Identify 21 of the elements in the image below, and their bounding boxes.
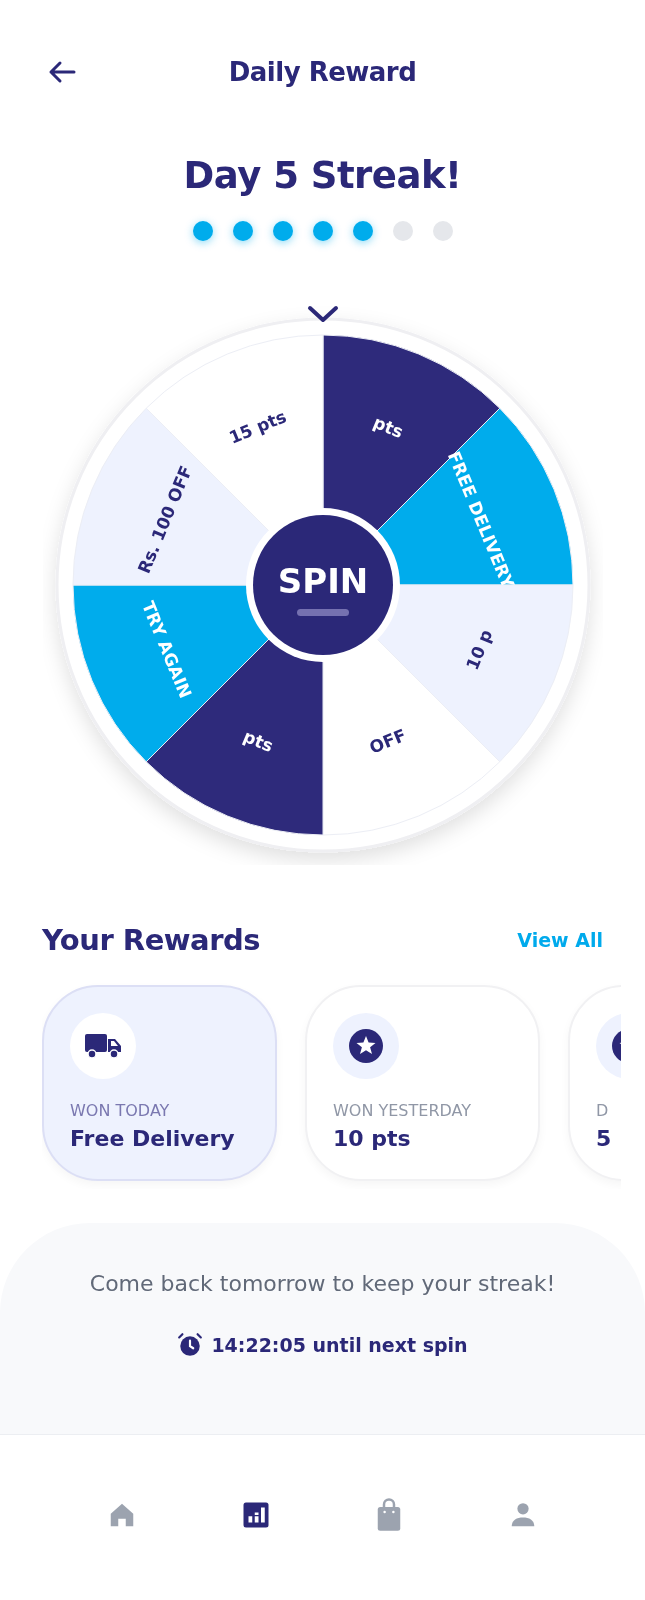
- segment-label: pts: [239, 726, 276, 757]
- streak-title: Day 5 Streak!: [182, 154, 463, 197]
- page-title: Daily Reward: [228, 57, 417, 87]
- footer-message: Come back tomorrow to keep your streak!: [89, 1271, 556, 1296]
- reward-card[interactable]: D 5: [568, 985, 621, 1181]
- reward-card[interactable]: WON TODAY Free Delivery: [42, 985, 277, 1181]
- segment-label: Rs. 100 OFF: [133, 462, 196, 577]
- reward-label: WON YESTERDAY: [333, 1101, 473, 1120]
- reward-label: WON TODAY: [70, 1101, 171, 1120]
- spin-button[interactable]: SPIN: [245, 508, 400, 662]
- section-title: Your Rewards: [42, 923, 260, 957]
- reward-label: D: [596, 1101, 610, 1120]
- segment-label: OFF: [365, 724, 409, 758]
- reward-value: 10 pts: [333, 1126, 412, 1151]
- segment-label: pts: [370, 411, 406, 443]
- segment-label: 15 pts: [225, 406, 289, 448]
- reward-card[interactable]: WON YESTERDAY 10 pts: [305, 985, 540, 1181]
- reward-value: Free Delivery: [70, 1126, 236, 1151]
- countdown-text: 14:22:05 until next spin: [211, 1334, 468, 1356]
- reward-value: 5: [596, 1126, 613, 1151]
- segment-label: 10 p: [461, 626, 496, 673]
